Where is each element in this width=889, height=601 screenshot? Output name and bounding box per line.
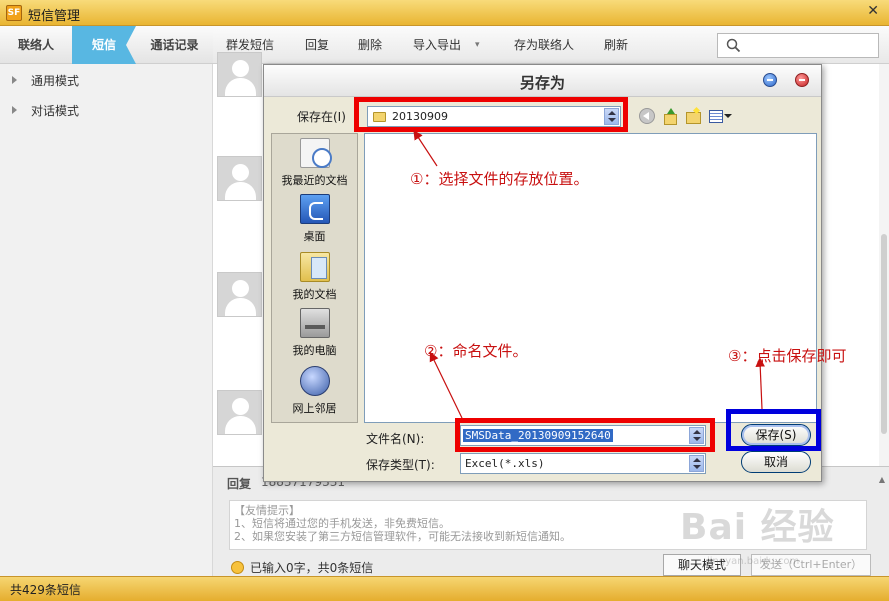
expand-arrow-icon <box>12 76 17 84</box>
place-label: 网上邻居 <box>292 402 337 415</box>
search-icon <box>726 38 741 53</box>
avatar <box>217 272 262 317</box>
reply-label: 回复 <box>227 477 252 491</box>
network-places-icon <box>299 366 330 396</box>
search-input[interactable] <box>717 33 879 58</box>
step1-annotation: ①：选择文件的存放位置。 <box>410 170 589 188</box>
app-title: 短信管理 <box>28 9 81 24</box>
place-network[interactable]: 网上邻居 <box>272 366 357 416</box>
avatar <box>217 156 262 201</box>
save-in-label: 保存在(I) <box>297 110 346 124</box>
tab-contacts[interactable]: 联络人 <box>0 26 72 64</box>
highlight-filename <box>455 418 715 452</box>
scroll-up-icon[interactable]: ▲ <box>879 475 885 484</box>
toolbar: 群发短信 回复 删除 导入导出 ▾ 存为联络人 刷新 <box>213 26 889 64</box>
place-label: 我最近的文档 <box>281 174 348 187</box>
tab-sms[interactable]: 短信 <box>72 26 136 64</box>
recent-documents-icon <box>299 138 332 168</box>
dialog-title: 另存为 <box>519 74 565 92</box>
place-label: 我的文档 <box>292 288 337 301</box>
sidebar-item-general-mode[interactable]: 通用模式 <box>12 72 79 89</box>
watermark-logo: Bai 经验 <box>680 507 835 548</box>
watermark-url: jingyan.baidu.com <box>707 556 800 567</box>
place-my-documents[interactable]: 我的文档 <box>272 252 357 302</box>
reply-button[interactable]: 回复 <box>305 26 329 64</box>
emoji-icon[interactable] <box>231 561 244 574</box>
my-documents-icon <box>299 252 330 282</box>
import-export-button[interactable]: 导入导出 <box>413 26 461 64</box>
message-count: 共429条短信 <box>10 583 81 597</box>
refresh-button[interactable]: 刷新 <box>604 26 628 64</box>
dialog-title-bar: 另存为 <box>264 65 821 97</box>
highlight-save-location <box>354 97 628 132</box>
save-as-contact-button[interactable]: 存为联络人 <box>514 26 574 64</box>
new-folder-icon[interactable] <box>685 108 701 124</box>
list-scrollbar[interactable] <box>879 64 889 466</box>
cancel-button[interactable]: 取消 <box>741 451 811 473</box>
filetype-value: Excel(*.xls) <box>465 457 545 470</box>
sidebar-item-label: 通用模式 <box>31 74 80 88</box>
back-icon[interactable] <box>639 108 655 124</box>
sidebar: 通用模式 对话模式 <box>0 64 213 576</box>
avatar <box>217 52 262 97</box>
sidebar-item-label: 对话模式 <box>31 104 80 118</box>
place-label: 桌面 <box>303 230 326 243</box>
dialog-close-icon[interactable] <box>795 73 809 87</box>
scrollbar-thumb[interactable] <box>881 234 887 434</box>
up-folder-icon[interactable] <box>662 108 678 125</box>
filename-label: 文件名(N): <box>366 432 425 446</box>
step2-annotation: ②：命名文件。 <box>424 342 528 360</box>
place-desktop[interactable]: 桌面 <box>272 194 357 244</box>
desktop-icon <box>299 194 330 224</box>
place-label: 我的电脑 <box>292 344 337 357</box>
my-computer-icon <box>299 308 330 338</box>
filetype-label: 保存类型(T): <box>366 458 435 472</box>
sidebar-item-conversation-mode[interactable]: 对话模式 <box>12 102 79 119</box>
close-icon[interactable]: ✕ <box>867 3 879 19</box>
place-recent-documents[interactable]: 我最近的文档 <box>272 138 357 188</box>
delete-button[interactable]: 删除 <box>358 26 382 64</box>
avatar <box>217 390 262 435</box>
highlight-save-button <box>726 409 821 451</box>
places-bar: 我最近的文档 桌面 我的文档 我的电脑 网上邻居 <box>271 133 358 423</box>
char-count-text: 已输入0字，共0条短信 <box>250 561 374 575</box>
app-logo-icon: SF <box>6 5 22 21</box>
expand-arrow-icon <box>12 106 17 114</box>
dropdown-arrow-icon[interactable] <box>689 455 704 472</box>
filetype-select[interactable]: Excel(*.xls) <box>460 453 706 474</box>
app-title-bar: SF 短信管理 ✕ <box>0 0 889 26</box>
place-my-computer[interactable]: 我的电脑 <box>272 308 357 358</box>
minimize-icon[interactable] <box>763 73 777 87</box>
chevron-down-icon[interactable]: ▾ <box>475 26 480 64</box>
tip-line: 2、如果您安装了第三方短信管理软件，可能无法接收到新短信通知。 <box>234 530 571 543</box>
step3-annotation: ③：点击保存即可 <box>728 347 847 365</box>
main-nav: 联络人 短信 通话记录 <box>0 26 213 64</box>
char-count: 已输入0字，共0条短信 <box>231 559 373 576</box>
tab-call-log[interactable]: 通话记录 <box>136 26 213 64</box>
view-menu-icon[interactable] <box>708 108 734 124</box>
status-bar: 共429条短信 <box>0 576 889 601</box>
